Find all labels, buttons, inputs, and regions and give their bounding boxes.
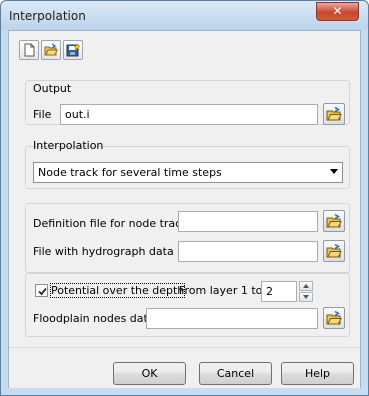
arrow-up-icon	[303, 284, 309, 288]
hydrograph-file-input[interactable]	[178, 241, 318, 262]
title-bar[interactable]: Interpolation ✕	[1, 1, 368, 30]
save-button[interactable]	[63, 40, 83, 60]
checkmark-icon	[38, 287, 47, 296]
spin-down-button[interactable]	[299, 292, 313, 302]
open-folder-icon	[326, 243, 342, 258]
chevron-down-icon	[330, 169, 338, 174]
hydrograph-browse-button[interactable]	[323, 240, 345, 262]
open-folder-icon	[326, 213, 342, 228]
new-button[interactable]	[19, 40, 39, 60]
floodplain-browse-button[interactable]	[323, 307, 345, 329]
output-file-label: File	[33, 108, 52, 121]
spin-up-button[interactable]	[299, 281, 313, 291]
potential-depth-label[interactable]: Potential over the depth	[49, 283, 186, 298]
interpolation-dialog: Interpolation ✕ Output File out.i Interp…	[0, 0, 369, 396]
save-disk-icon	[66, 43, 80, 57]
ok-button[interactable]: OK	[113, 362, 186, 385]
new-document-icon	[24, 43, 35, 57]
open-folder-icon	[326, 310, 342, 325]
open-folder-icon	[326, 106, 342, 121]
potential-depth-checkbox[interactable]	[35, 284, 48, 297]
output-browse-button[interactable]	[323, 103, 345, 125]
from-layer-label: From layer 1 to	[179, 284, 263, 297]
hydrograph-file-label: File with hydrograph data	[33, 245, 174, 258]
layer-number-input[interactable]: 2	[261, 281, 297, 302]
floodplain-input[interactable]	[146, 308, 318, 329]
cancel-button[interactable]: Cancel	[199, 362, 272, 385]
arrow-down-icon	[303, 295, 309, 299]
definition-file-label: Definition file for node track	[33, 217, 188, 230]
open-button[interactable]	[41, 40, 61, 60]
open-folder-icon	[44, 43, 58, 56]
window-title: Interpolation	[9, 9, 86, 23]
dialog-body: Output File out.i Interpolation Node tra…	[8, 30, 361, 388]
close-button[interactable]: ✕	[316, 2, 359, 21]
interpolation-group-title: Interpolation	[33, 139, 104, 152]
output-group-title: Output	[33, 82, 72, 95]
help-button[interactable]: Help	[281, 362, 354, 385]
definition-browse-button[interactable]	[323, 210, 345, 232]
floodplain-label: Floodplain nodes data	[33, 312, 155, 325]
interpolation-selected-value: Node track for several time steps	[38, 166, 222, 179]
definition-file-input[interactable]	[178, 211, 318, 232]
layer-spinner	[299, 281, 313, 302]
interpolation-type-select[interactable]: Node track for several time steps	[33, 162, 343, 183]
output-file-input[interactable]: out.i	[60, 104, 318, 125]
